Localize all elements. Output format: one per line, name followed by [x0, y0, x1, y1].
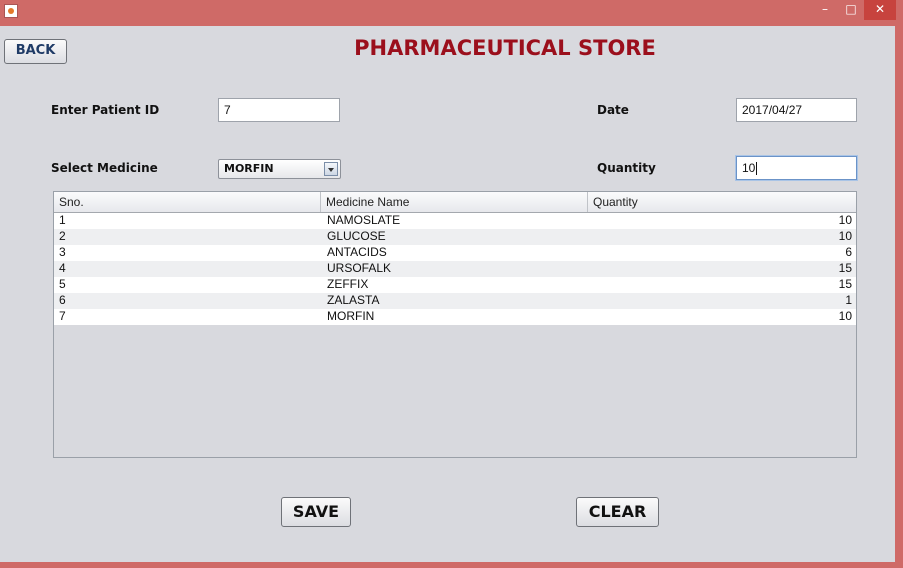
cell-quantity: 10 — [838, 213, 852, 227]
table-row[interactable]: 1 NAMOSLATE 10 — [54, 213, 856, 229]
table-header: Sno. Medicine Name Quantity — [54, 192, 856, 213]
cell-quantity: 10 — [838, 309, 852, 323]
java-app-icon — [4, 4, 18, 18]
cell-sno: 4 — [59, 261, 66, 275]
column-header-quantity[interactable]: Quantity — [588, 192, 856, 212]
cell-medicine-name: ZEFFIX — [327, 277, 369, 291]
medicine-label: Select Medicine — [51, 161, 158, 175]
table-row[interactable]: 6 ZALASTA 1 — [54, 293, 856, 309]
column-header-sno[interactable]: Sno. — [54, 192, 321, 212]
medicine-table[interactable]: Sno. Medicine Name Quantity 1 NAMOSLATE … — [53, 191, 857, 458]
app-window: – □ ✕ BACK PHARMACEUTICAL STORE Enter Pa… — [0, 0, 903, 568]
table-row[interactable]: 2 GLUCOSE 10 — [54, 229, 856, 245]
medicine-select[interactable]: MORFIN — [218, 159, 341, 179]
cell-quantity: 15 — [838, 277, 852, 291]
quantity-label: Quantity — [597, 161, 656, 175]
title-bar[interactable]: – □ ✕ — [0, 0, 903, 26]
table-body: 1 NAMOSLATE 10 2 GLUCOSE 10 3 ANTACIDS 6… — [54, 213, 856, 325]
cell-sno: 1 — [59, 213, 66, 227]
table-row[interactable]: 7 MORFIN 10 — [54, 309, 856, 325]
date-input[interactable]: 2017/04/27 — [736, 98, 857, 122]
cell-sno: 6 — [59, 293, 66, 307]
date-label: Date — [597, 103, 629, 117]
cell-medicine-name: MORFIN — [327, 309, 375, 323]
maximize-icon[interactable]: □ — [838, 0, 864, 20]
cell-quantity: 10 — [838, 229, 852, 243]
cell-medicine-name: NAMOSLATE — [327, 213, 401, 227]
patient-id-label: Enter Patient ID — [51, 103, 160, 117]
cell-sno: 2 — [59, 229, 66, 243]
clear-button[interactable]: CLEAR — [576, 497, 659, 527]
save-button[interactable]: SAVE — [281, 497, 351, 527]
cell-medicine-name: ZALASTA — [327, 293, 380, 307]
close-icon[interactable]: ✕ — [864, 0, 896, 20]
cell-sno: 7 — [59, 309, 66, 323]
column-header-medicine-name[interactable]: Medicine Name — [321, 192, 588, 212]
quantity-input[interactable]: 10 — [736, 156, 857, 180]
back-button[interactable]: BACK — [4, 39, 67, 64]
cell-sno: 3 — [59, 245, 66, 259]
patient-id-input[interactable]: 7 — [218, 98, 340, 122]
chevron-down-icon[interactable] — [324, 162, 338, 176]
minimize-icon[interactable]: – — [812, 0, 838, 20]
cell-sno: 5 — [59, 277, 66, 291]
cell-medicine-name: GLUCOSE — [327, 229, 386, 243]
page-title: PHARMACEUTICAL STORE — [354, 36, 656, 60]
table-row[interactable]: 4 URSOFALK 15 — [54, 261, 856, 277]
quantity-input-value: 10 — [742, 161, 756, 175]
cell-medicine-name: URSOFALK — [327, 261, 392, 275]
cell-medicine-name: ANTACIDS — [327, 245, 387, 259]
cell-quantity: 15 — [838, 261, 852, 275]
table-row[interactable]: 5 ZEFFIX 15 — [54, 277, 856, 293]
table-row[interactable]: 3 ANTACIDS 6 — [54, 245, 856, 261]
main-panel: BACK PHARMACEUTICAL STORE Enter Patient … — [0, 26, 895, 562]
medicine-select-value: MORFIN — [224, 162, 274, 175]
text-caret — [756, 162, 758, 176]
cell-quantity: 6 — [845, 245, 852, 259]
cell-quantity: 1 — [845, 293, 852, 307]
